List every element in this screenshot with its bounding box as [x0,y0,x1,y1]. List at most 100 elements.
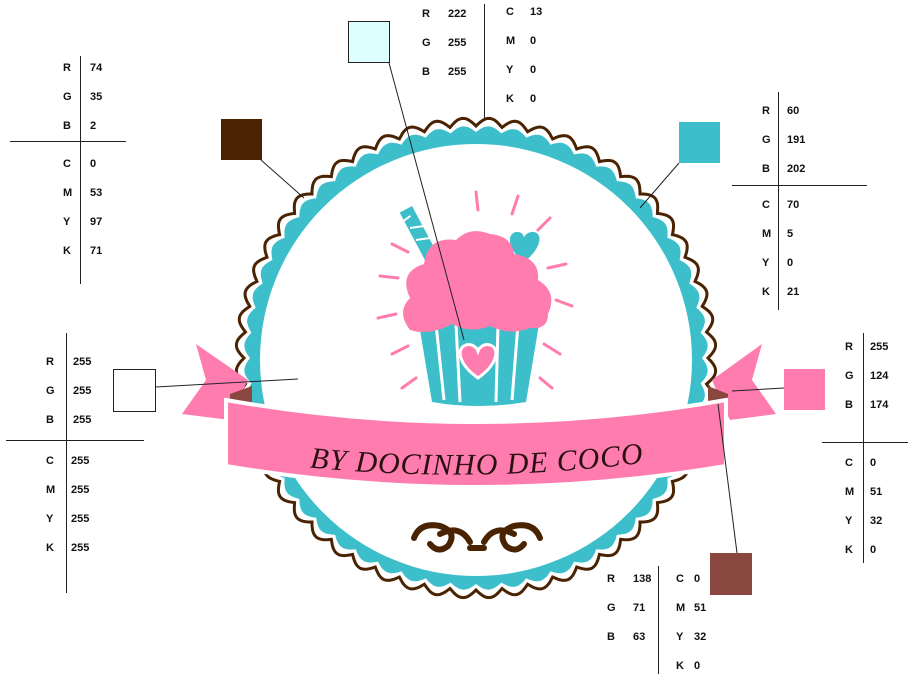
channel-value: 255 [71,513,90,525]
spec-divider [732,185,867,186]
swatch-teal [679,122,720,163]
channel-label: C [506,6,514,18]
channel-label: B [63,120,71,132]
channel-label: M [762,228,772,240]
channel-label: G [845,370,854,382]
channel-label: M [63,187,73,199]
spec-divider [10,141,126,142]
channel-value: 202 [787,163,806,175]
channel-value: 255 [448,37,467,49]
channel-value: 60 [787,105,800,117]
channel-value: 32 [870,515,883,527]
channel-value: 71 [90,245,103,257]
channel-value: 255 [73,356,92,368]
channel-value: 35 [90,91,103,103]
channel-value: 174 [870,399,889,411]
channel-label: B [607,631,615,643]
channel-value: 70 [787,199,800,211]
channel-label: M [845,486,855,498]
channel-value: 255 [870,341,889,353]
spec-divider [6,440,144,441]
channel-label: G [762,134,771,146]
spec-divider [778,92,779,310]
channel-label: G [422,37,431,49]
channel-label: Y [506,64,514,76]
spec-divider [658,566,659,674]
channel-value: 21 [787,286,800,298]
channel-value: 255 [73,414,92,426]
channel-label: C [845,457,853,469]
channel-label: K [845,544,853,556]
channel-label: C [762,199,770,211]
channel-label: K [63,245,71,257]
spec-divider [80,56,81,284]
channel-label: R [46,356,54,368]
channel-label: K [506,93,514,105]
channel-value: 0 [90,158,97,170]
channel-label: C [676,573,684,585]
swatch-pink [784,369,825,410]
channel-label: M [506,35,516,47]
channel-value: 255 [73,385,92,397]
swatch-reddish-brown [710,553,752,595]
channel-label: G [46,385,55,397]
channel-value: 0 [694,573,701,585]
channel-label: R [845,341,853,353]
channel-value: 255 [71,455,90,467]
swatch-dark-brown [221,119,262,160]
channel-value: 0 [787,257,794,269]
channel-value: 13 [530,6,543,18]
channel-value: 51 [694,602,707,614]
spec-divider [822,442,908,443]
channel-label: B [46,414,54,426]
channel-label: B [845,399,853,411]
channel-label: R [63,62,71,74]
channel-value: 32 [694,631,707,643]
channel-value: 138 [633,573,652,585]
channel-label: B [762,163,770,175]
channel-label: Y [63,216,71,228]
channel-label: R [762,105,770,117]
channel-value: 0 [530,35,537,47]
channel-value: 63 [633,631,646,643]
channel-label: R [422,8,430,20]
channel-label: B [422,66,430,78]
channel-value: 5 [787,228,794,240]
channel-label: K [46,542,54,554]
channel-label: Y [762,257,770,269]
spec-divider [863,333,864,563]
channel-label: M [46,484,56,496]
swatch-light-cyan [348,21,390,63]
channel-label: R [607,573,615,585]
channel-value: 2 [90,120,97,132]
spec-divider [484,4,485,118]
channel-value: 0 [870,457,877,469]
channel-label: Y [676,631,684,643]
channel-label: C [46,455,54,467]
channel-label: C [63,158,71,170]
channel-value: 0 [530,93,537,105]
channel-label: Y [46,513,54,525]
channel-value: 124 [870,370,889,382]
channel-label: G [607,602,616,614]
channel-value: 255 [71,542,90,554]
channel-value: 51 [870,486,883,498]
channel-value: 0 [870,544,877,556]
channel-value: 74 [90,62,103,74]
spec-divider [66,333,67,593]
channel-value: 97 [90,216,103,228]
channel-label: G [63,91,72,103]
channel-label: K [676,660,684,672]
channel-value: 222 [448,8,467,20]
channel-label: Y [845,515,853,527]
channel-value: 255 [448,66,467,78]
swatch-white [113,369,156,412]
channel-value: 71 [633,602,646,614]
logo-artwork: BY DOCINHO DE COCO [155,62,785,600]
channel-value: 0 [530,64,537,76]
channel-value: 53 [90,187,103,199]
channel-value: 255 [71,484,90,496]
channel-label: K [762,286,770,298]
channel-value: 0 [694,660,701,672]
channel-label: M [676,602,686,614]
